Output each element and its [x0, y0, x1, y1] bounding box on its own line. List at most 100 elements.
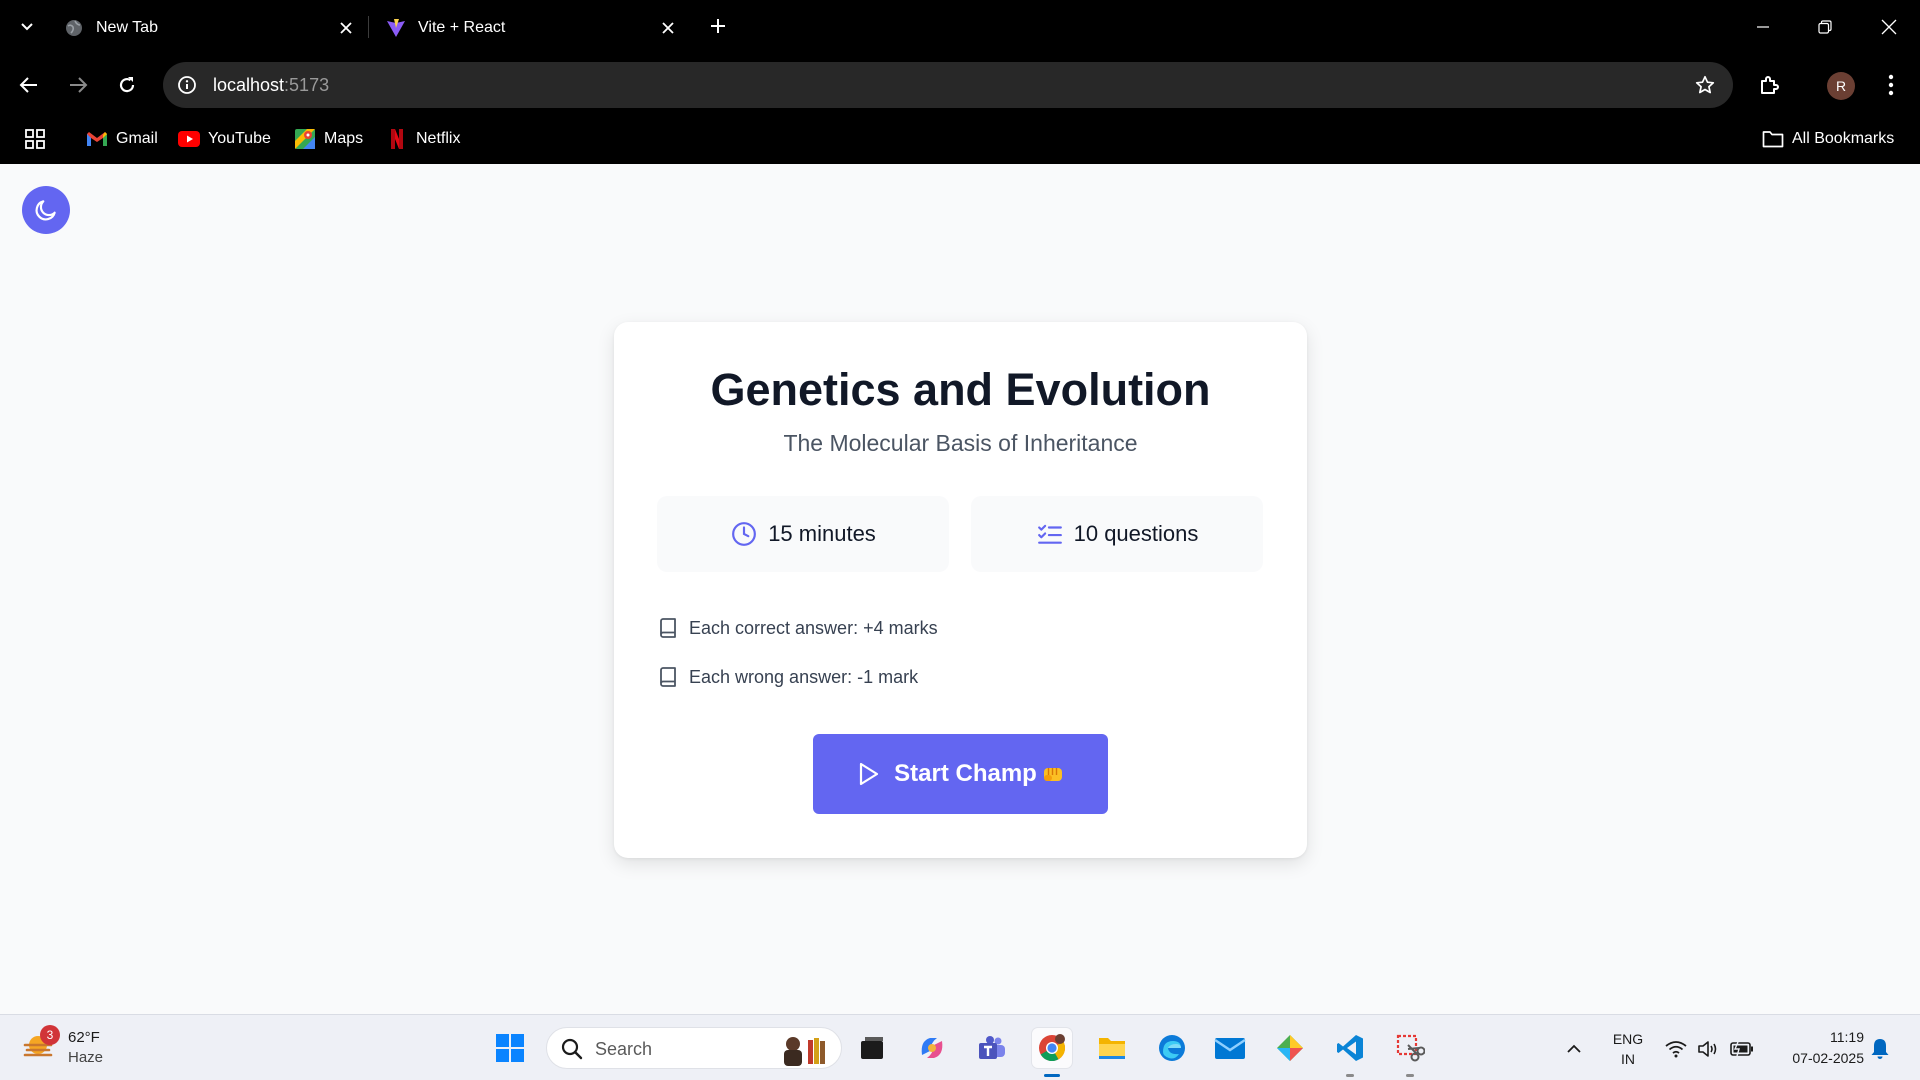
restore-button[interactable] — [1810, 12, 1840, 42]
folder-icon — [1099, 1038, 1125, 1059]
copilot-button[interactable] — [912, 1028, 952, 1068]
close-icon[interactable] — [658, 18, 678, 38]
start-quiz-button[interactable]: Start Champ — [813, 734, 1108, 814]
taskbar-clock[interactable]: 11:19 07-02-2025 — [1774, 1027, 1864, 1069]
back-button[interactable] — [14, 70, 44, 100]
start-button[interactable] — [490, 1028, 530, 1068]
notification-bell-icon[interactable] — [1868, 1037, 1892, 1061]
vite-icon — [386, 18, 406, 38]
chevron-down-icon — [21, 23, 33, 31]
fist-emoji-icon — [1041, 762, 1065, 786]
region-code: IN — [1621, 1051, 1635, 1067]
book-icon — [657, 617, 679, 639]
search-label: Search — [595, 1039, 653, 1059]
close-icon[interactable] — [336, 18, 356, 38]
all-bookmarks-button[interactable]: All Bookmarks — [1762, 124, 1894, 154]
youtube-icon — [178, 128, 200, 150]
bookmark-star-icon[interactable] — [1693, 73, 1717, 97]
chrome-taskbar-button[interactable] — [1032, 1028, 1072, 1077]
task-view-button[interactable] — [852, 1028, 892, 1068]
new-tab-button[interactable] — [706, 14, 730, 38]
teams-button[interactable] — [972, 1028, 1012, 1068]
tab-title: Vite + React — [418, 19, 506, 36]
chevron-up-icon — [1567, 1044, 1581, 1053]
profile-avatar[interactable]: R — [1827, 72, 1855, 100]
quiz-title: Genetics and Evolution — [710, 364, 1211, 415]
forward-button[interactable] — [63, 70, 93, 100]
plus-icon — [711, 19, 725, 33]
weather-widget[interactable]: 3 62°F Haze — [20, 1025, 130, 1071]
file-explorer-button[interactable] — [1092, 1028, 1132, 1068]
app-button[interactable] — [1270, 1028, 1310, 1068]
book-icon — [657, 666, 679, 688]
rule-item: Each wrong answer: -1 mark — [657, 664, 918, 690]
show-hidden-icons-button[interactable] — [1562, 1037, 1586, 1061]
chrome-icon — [1039, 1034, 1066, 1062]
browser-toolbar: localhost:5173 — [0, 54, 1920, 116]
weather-badge: 3 — [40, 1025, 60, 1045]
bookmark-maps[interactable]: Maps — [294, 124, 363, 154]
tab-vite-react[interactable]: Vite + React — [386, 8, 678, 48]
gemini-app-icon — [1277, 1035, 1303, 1061]
running-indicator — [1406, 1074, 1414, 1077]
running-indicator — [1346, 1074, 1354, 1077]
taskbar-search[interactable]: Search — [546, 1027, 842, 1069]
vscode-button[interactable] — [1330, 1028, 1370, 1077]
moon-icon — [35, 200, 56, 221]
clock-icon — [730, 520, 758, 548]
input-language-indicator[interactable]: ENG IN — [1610, 1029, 1646, 1069]
edge-button[interactable] — [1152, 1028, 1192, 1068]
apps-button[interactable] — [22, 126, 48, 152]
weather-condition: Haze — [68, 1049, 104, 1066]
active-indicator — [1044, 1074, 1060, 1077]
minimize-button[interactable] — [1748, 12, 1778, 42]
bookmark-gmail[interactable]: Gmail — [86, 124, 158, 154]
bookmark-label: Netflix — [416, 130, 461, 147]
bookmark-label: Maps — [324, 130, 364, 147]
volume-icon[interactable] — [1696, 1037, 1720, 1061]
tab-title: New Tab — [96, 19, 158, 36]
close-window-button[interactable] — [1874, 12, 1904, 42]
search-highlight-image — [775, 1032, 833, 1066]
maps-icon — [294, 128, 316, 150]
question-count-text: 10 questions — [1073, 521, 1199, 546]
address-bar[interactable]: localhost:5173 — [163, 62, 1733, 108]
mail-icon — [1214, 1038, 1246, 1059]
site-info-icon[interactable] — [175, 73, 199, 97]
minimize-icon — [1757, 26, 1769, 28]
windows-logo-icon — [496, 1034, 524, 1062]
tab-strip: New Tab Vite + React — [0, 0, 1920, 54]
bookmark-netflix[interactable]: Netflix — [386, 124, 460, 154]
start-button-label: Start Champ — [894, 760, 1037, 787]
duration-text: 15 minutes — [768, 521, 876, 546]
browser-menu-button[interactable] — [1876, 70, 1906, 100]
rule-item: Each correct answer: +4 marks — [657, 615, 938, 641]
wifi-icon[interactable] — [1664, 1037, 1688, 1061]
all-bookmarks-label: All Bookmarks — [1792, 130, 1895, 147]
tab-search-button[interactable] — [14, 14, 40, 40]
checklist-icon — [1036, 520, 1064, 548]
reload-button[interactable] — [112, 70, 142, 100]
snipping-tool-button[interactable] — [1390, 1028, 1430, 1077]
language-code: ENG — [1612, 1031, 1644, 1047]
snipping-tool-icon — [1396, 1034, 1425, 1062]
puzzle-icon — [1761, 76, 1779, 94]
quiz-intro-card: Genetics and Evolution The Molecular Bas… — [614, 322, 1307, 858]
task-view-icon — [861, 1037, 883, 1059]
bookmark-label: Gmail — [116, 130, 158, 147]
gmail-icon — [86, 128, 108, 150]
battery-icon[interactable] — [1730, 1037, 1754, 1061]
tab-new-tab[interactable]: New Tab — [64, 8, 356, 48]
browser-chrome: New Tab Vite + React localhost:5173 R Gm… — [0, 0, 1920, 164]
arrow-right-icon — [70, 77, 88, 93]
copilot-icon — [921, 1038, 943, 1058]
folder-icon — [1762, 128, 1784, 150]
extensions-button[interactable] — [1755, 70, 1785, 100]
mail-button[interactable] — [1210, 1028, 1250, 1068]
restore-icon — [1818, 20, 1832, 34]
globe-icon — [64, 18, 84, 38]
bookmark-youtube[interactable]: YouTube — [178, 124, 271, 154]
theme-toggle-button[interactable] — [22, 186, 70, 234]
netflix-icon — [386, 128, 408, 150]
windows-taskbar: 3 62°F Haze Search ENG IN 11:19 07-02-20… — [0, 1014, 1920, 1080]
